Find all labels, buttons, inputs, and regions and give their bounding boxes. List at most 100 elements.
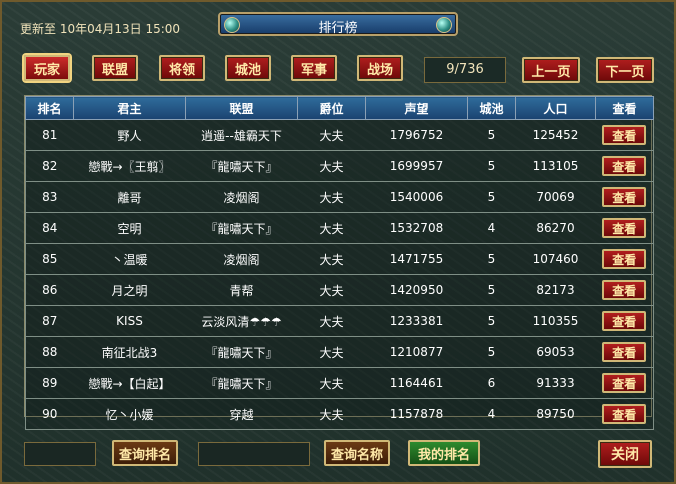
tab-players[interactable]: 玩家: [24, 55, 70, 81]
name-query-input[interactable]: [198, 442, 310, 466]
orb-icon: [436, 17, 452, 33]
cell-rank: 81: [25, 119, 74, 151]
cell-cities: 5: [467, 181, 516, 213]
cell-alliance: 『龍嘯天下』: [185, 336, 298, 368]
cell-rank: 84: [25, 212, 74, 244]
cell-prestige: 1210877: [365, 336, 468, 368]
cell-rank: 88: [25, 336, 74, 368]
cell-alliance: 逍遥--雄霸天下: [185, 119, 298, 151]
cell-alliance: 云淡风清☂☂☂: [185, 305, 298, 337]
cell-cities: 6: [467, 367, 516, 399]
cell-population: 89750: [515, 398, 596, 430]
query-name-button[interactable]: 查询名称: [324, 440, 390, 466]
view-button[interactable]: 查看: [602, 125, 647, 145]
cell-title: 大夫: [297, 181, 366, 213]
tab-generals[interactable]: 将领: [159, 55, 205, 81]
cell-prestige: 1540006: [365, 181, 468, 213]
my-rank-button[interactable]: 我的排名: [408, 440, 480, 466]
table-row: 83 離哥 凌烟阁 大夫 1540006 5 70069 查看: [25, 181, 654, 213]
view-button[interactable]: 查看: [602, 156, 647, 176]
cell-prestige: 1233381: [365, 305, 468, 337]
view-button[interactable]: 查看: [602, 218, 647, 238]
view-button[interactable]: 查看: [602, 404, 647, 424]
cell-population: 91333: [515, 367, 596, 399]
cell-rank: 89: [25, 367, 74, 399]
cell-view: 查看: [595, 274, 654, 306]
next-page-button[interactable]: 下一页: [596, 57, 654, 83]
column-header-title: 爵位: [297, 96, 366, 120]
cell-population: 69053: [515, 336, 596, 368]
cell-lord: 空明: [73, 212, 186, 244]
cell-population: 86270: [515, 212, 596, 244]
table-row: 85 丶温暖 凌烟阁 大夫 1471755 5 107460 查看: [25, 243, 654, 275]
cell-rank: 83: [25, 181, 74, 213]
tab-cities[interactable]: 城池: [225, 55, 271, 81]
table-row: 82 戀戰→〖王翦〗 『龍嘯天下』 大夫 1699957 5 113105 查看: [25, 150, 654, 182]
cell-lord: 野人: [73, 119, 186, 151]
cell-cities: 5: [467, 336, 516, 368]
cell-rank: 85: [25, 243, 74, 275]
table-row: 90 忆丶小媛 穿越 大夫 1157878 4 89750 查看: [25, 398, 654, 430]
tab-battlefield[interactable]: 战场: [357, 55, 403, 81]
view-button[interactable]: 查看: [602, 187, 647, 207]
ranking-table: 排名 君主 联盟 爵位 声望 城池 人口 查看 81 野人 逍遥--雄霸天下 大…: [24, 95, 654, 430]
tab-alliance[interactable]: 联盟: [92, 55, 138, 81]
cell-title: 大夫: [297, 150, 366, 182]
cell-view: 查看: [595, 243, 654, 275]
cell-view: 查看: [595, 398, 654, 430]
cell-alliance: 『龍嘯天下』: [185, 367, 298, 399]
table-row: 84 空明 『龍嘯天下』 大夫 1532708 4 86270 查看: [25, 212, 654, 244]
cell-cities: 4: [467, 398, 516, 430]
cell-view: 查看: [595, 212, 654, 244]
cell-alliance: 『龍嘯天下』: [185, 212, 298, 244]
column-header-cities: 城池: [467, 96, 516, 120]
column-header-alliance: 联盟: [185, 96, 298, 120]
view-button[interactable]: 查看: [602, 373, 647, 393]
rank-query-input[interactable]: [24, 442, 96, 466]
table-row: 81 野人 逍遥--雄霸天下 大夫 1796752 5 125452 查看: [25, 119, 654, 151]
table-row: 87 KISS 云淡风清☂☂☂ 大夫 1233381 5 110355 查看: [25, 305, 654, 337]
cell-view: 查看: [595, 119, 654, 151]
view-button[interactable]: 查看: [602, 342, 647, 362]
cell-rank: 87: [25, 305, 74, 337]
cell-title: 大夫: [297, 398, 366, 430]
cell-prestige: 1420950: [365, 274, 468, 306]
view-button[interactable]: 查看: [602, 311, 647, 331]
cell-cities: 4: [467, 212, 516, 244]
cell-population: 107460: [515, 243, 596, 275]
cell-population: 70069: [515, 181, 596, 213]
close-button[interactable]: 关闭: [598, 440, 652, 468]
cell-lord: 戀戰→【白起】: [73, 367, 186, 399]
cell-lord: 南征北战3: [73, 336, 186, 368]
tab-military[interactable]: 军事: [291, 55, 337, 81]
cell-alliance: 『龍嘯天下』: [185, 150, 298, 182]
cell-title: 大夫: [297, 119, 366, 151]
cell-cities: 5: [467, 119, 516, 151]
cell-population: 82173: [515, 274, 596, 306]
cell-cities: 5: [467, 274, 516, 306]
cell-alliance: 穿越: [185, 398, 298, 430]
table-row: 89 戀戰→【白起】 『龍嘯天下』 大夫 1164461 6 91333 查看: [25, 367, 654, 399]
column-header-view: 查看: [595, 96, 654, 120]
column-header-prestige: 声望: [365, 96, 468, 120]
column-header-population: 人口: [515, 96, 596, 120]
cell-prestige: 1164461: [365, 367, 468, 399]
prev-page-button[interactable]: 上一页: [522, 57, 580, 83]
view-button[interactable]: 查看: [602, 249, 647, 269]
view-button[interactable]: 查看: [602, 280, 647, 300]
query-rank-button[interactable]: 查询排名: [112, 440, 178, 466]
cell-lord: 戀戰→〖王翦〗: [73, 150, 186, 182]
cell-alliance: 凌烟阁: [185, 243, 298, 275]
cell-alliance: 凌烟阁: [185, 181, 298, 213]
update-timestamp: 更新至 10年04月13日 15:00: [20, 22, 181, 36]
cell-view: 查看: [595, 336, 654, 368]
table-row: 88 南征北战3 『龍嘯天下』 大夫 1210877 5 69053 查看: [25, 336, 654, 368]
cell-title: 大夫: [297, 274, 366, 306]
cell-lord: 月之明: [73, 274, 186, 306]
cell-cities: 5: [467, 243, 516, 275]
cell-title: 大夫: [297, 367, 366, 399]
table-header-row: 排名 君主 联盟 爵位 声望 城池 人口 查看: [25, 96, 654, 120]
cell-title: 大夫: [297, 243, 366, 275]
window-title: 排行榜: [318, 21, 358, 36]
cell-population: 125452: [515, 119, 596, 151]
